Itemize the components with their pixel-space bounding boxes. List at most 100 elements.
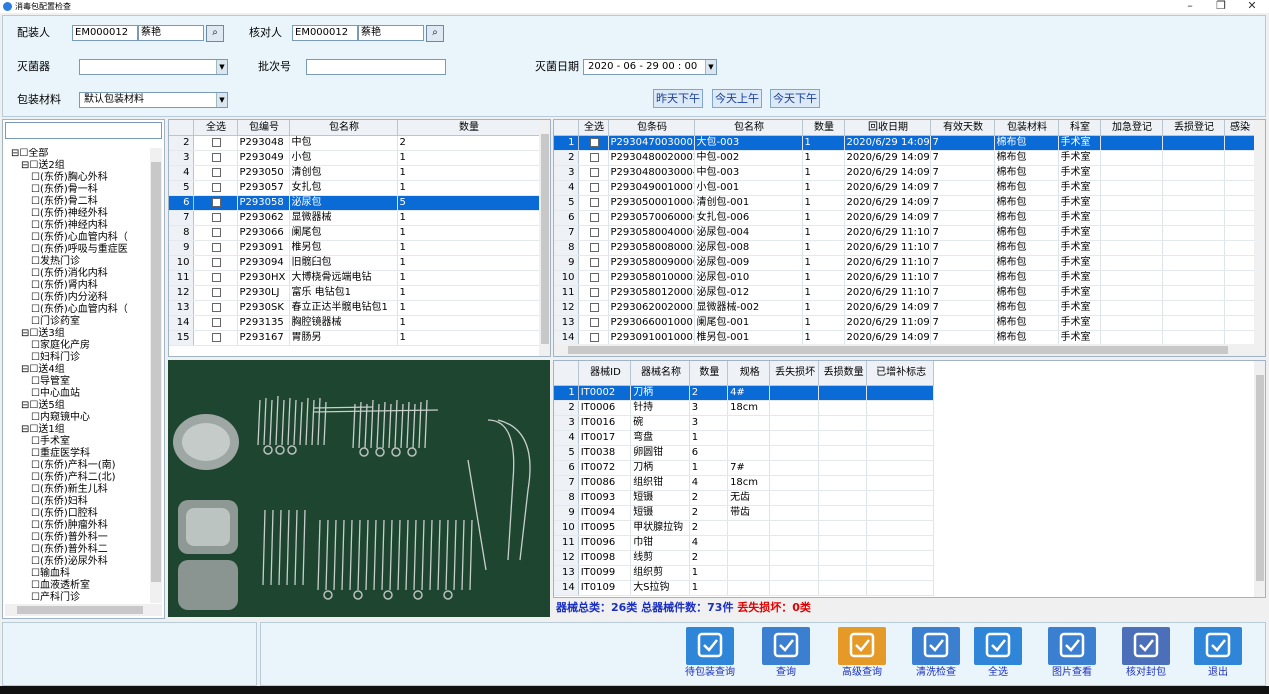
packer-lookup-icon[interactable]: ⌕ bbox=[206, 25, 224, 42]
tree-node[interactable]: ☐(东侨)新生儿科 bbox=[5, 484, 151, 496]
table-row[interactable]: 1 IT0002 刀柄 2 4# bbox=[554, 385, 934, 401]
checker-name-field[interactable]: 蔡艳 bbox=[358, 25, 424, 41]
tree-node[interactable]: ☐(东侨)普外科二 bbox=[5, 544, 151, 556]
tree-node[interactable]: ☐(东侨)肾内科 bbox=[5, 280, 151, 292]
tree-node[interactable]: ☐发热门诊 bbox=[5, 256, 151, 268]
tree-node[interactable]: ☐(东侨)产科一(南) bbox=[5, 460, 151, 472]
action-button-1[interactable]: 待包装查询 bbox=[682, 627, 738, 685]
column-header[interactable]: 包装材料 bbox=[994, 120, 1059, 136]
table-row[interactable]: 4 IT0017 弯盘 1 bbox=[554, 430, 934, 446]
tree-node[interactable]: ☐(东侨)神经内科 bbox=[5, 220, 151, 232]
tree-node[interactable]: ☐重症医学科 bbox=[5, 448, 151, 460]
column-header[interactable]: 数量 bbox=[802, 120, 845, 136]
action-button-7[interactable]: 核对封包 bbox=[1118, 627, 1174, 685]
tree-node[interactable]: ☐手术室 bbox=[5, 436, 151, 448]
close-button[interactable]: ✕ bbox=[1238, 0, 1266, 13]
row-checkbox[interactable] bbox=[211, 212, 221, 222]
table-row[interactable]: 1P29304700300034大包-00312020/6/29 14:097棉… bbox=[554, 135, 1255, 151]
tree-node[interactable]: ☐(东侨)产科二(北) bbox=[5, 472, 151, 484]
column-header[interactable]: 规格 bbox=[727, 361, 771, 386]
packer-name-field[interactable]: 蔡艳 bbox=[138, 25, 204, 41]
today-am-button[interactable]: 今天上午 bbox=[712, 89, 762, 108]
row-checkbox[interactable] bbox=[211, 227, 221, 237]
column-header[interactable]: 丢损登记 bbox=[1162, 120, 1225, 136]
barcode-grid-hscrollbar[interactable] bbox=[554, 344, 1265, 356]
tree-node[interactable]: ☐血液透析室 bbox=[5, 580, 151, 592]
column-header[interactable]: 包编号 bbox=[237, 120, 290, 136]
tree-node[interactable]: ☐门诊药室 bbox=[5, 316, 151, 328]
row-checkbox[interactable] bbox=[589, 272, 599, 282]
action-button-6[interactable]: 图片查看 bbox=[1044, 627, 1100, 685]
column-header[interactable] bbox=[169, 120, 194, 136]
table-row[interactable]: 4 P293050 清创包 1 bbox=[169, 165, 540, 181]
action-button-3[interactable]: 高级查询 bbox=[834, 627, 890, 685]
tree-node[interactable]: ☐(东侨)内分泌科 bbox=[5, 292, 151, 304]
tree-vertical-scrollbar[interactable] bbox=[150, 148, 162, 603]
column-header[interactable]: 器械名称 bbox=[630, 361, 690, 386]
row-checkbox[interactable] bbox=[589, 212, 599, 222]
table-row[interactable]: 3 IT0016 碗 3 bbox=[554, 415, 934, 431]
table-row[interactable]: 10 P293094 旧髋臼包 1 bbox=[169, 255, 540, 271]
action-button-5[interactable]: 全选 bbox=[970, 627, 1026, 685]
instrument-grid-scrollbar[interactable] bbox=[1254, 361, 1265, 597]
table-row[interactable]: 11 IT0096 巾钳 4 bbox=[554, 535, 934, 551]
table-row[interactable]: 9 IT0094 短镊 2 带齿 bbox=[554, 505, 934, 521]
action-button-8[interactable]: 退出 bbox=[1190, 627, 1246, 685]
table-row[interactable]: 10 P29305801000054泌尿包-01012020/6/29 11:10… bbox=[554, 270, 1255, 286]
row-checkbox[interactable] bbox=[589, 152, 599, 162]
column-header[interactable] bbox=[554, 361, 579, 386]
row-checkbox[interactable] bbox=[211, 317, 221, 327]
row-checkbox[interactable] bbox=[211, 197, 221, 207]
minimize-button[interactable]: – bbox=[1176, 0, 1204, 13]
tree-node[interactable]: ☐(东侨)心血管内科（ bbox=[5, 304, 151, 316]
table-row[interactable]: 13 P2930SK 春立正达半髋电钻包1 1 bbox=[169, 300, 540, 316]
table-row[interactable]: 7 P293062 显微器械 1 bbox=[169, 210, 540, 226]
table-row[interactable]: 7P29305800400069泌尿包-00412020/6/29 11:107… bbox=[554, 225, 1255, 241]
package-grid-scrollbar[interactable] bbox=[539, 120, 550, 356]
row-checkbox[interactable] bbox=[211, 302, 221, 312]
table-row[interactable]: 6 P293058 泌尿包 5 bbox=[169, 195, 540, 211]
table-row[interactable]: 5 P293057 女扎包 1 bbox=[169, 180, 540, 196]
table-row[interactable]: 11 P2930HX 大博桡骨远端电钻 1 bbox=[169, 270, 540, 286]
action-button-2[interactable]: 查询 bbox=[758, 627, 814, 685]
table-row[interactable]: 3 P293049 小包 1 bbox=[169, 150, 540, 166]
table-row[interactable]: 10 IT0095 甲状腺拉钩 2 bbox=[554, 520, 934, 536]
row-checkbox[interactable] bbox=[589, 197, 599, 207]
table-row[interactable]: 6 P29305700600064女扎包-00612020/6/29 14:097… bbox=[554, 210, 1255, 226]
table-row[interactable]: 2 IT0006 针持 3 18cm bbox=[554, 400, 934, 416]
column-header[interactable]: 丢失损坏 bbox=[769, 361, 819, 386]
sterilizer-select[interactable]: ▼ bbox=[79, 59, 228, 75]
table-row[interactable]: 6 IT0072 刀柄 1 7# bbox=[554, 460, 934, 476]
tree-node[interactable]: ☐(东侨)心血管内科（ bbox=[5, 232, 151, 244]
tree-node[interactable]: ☐(东侨)骨一科 bbox=[5, 184, 151, 196]
row-checkbox[interactable] bbox=[589, 332, 599, 342]
row-checkbox[interactable] bbox=[589, 182, 599, 192]
yesterday-pm-button[interactable]: 昨天下午 bbox=[653, 89, 703, 108]
table-row[interactable]: 8 P29305800800053泌尿包-00812020/6/29 11:107… bbox=[554, 240, 1255, 256]
scrollbar-thumb[interactable] bbox=[1256, 375, 1264, 581]
row-checkbox[interactable] bbox=[589, 287, 599, 297]
tree-node[interactable]: ☐(东侨)妇科 bbox=[5, 496, 151, 508]
table-row[interactable]: 8 IT0093 短镊 2 无齿 bbox=[554, 490, 934, 506]
column-header[interactable]: 包名称 bbox=[694, 120, 803, 136]
table-row[interactable]: 7 IT0086 组织钳 4 18cm bbox=[554, 475, 934, 491]
column-header[interactable]: 器械ID bbox=[578, 361, 632, 386]
steril-date-picker[interactable]: 2020 - 06 - 29 00 : 00 ▼ bbox=[583, 59, 717, 75]
scrollbar-thumb[interactable] bbox=[17, 606, 143, 614]
row-checkbox[interactable] bbox=[589, 257, 599, 267]
column-header[interactable]: 回收日期 bbox=[844, 120, 931, 136]
table-row[interactable]: 5 IT0038 卵圆钳 6 bbox=[554, 445, 934, 461]
tree-node[interactable]: ⊟☐送3组 bbox=[5, 328, 151, 340]
tree-node[interactable]: ☐导管室 bbox=[5, 376, 151, 388]
row-checkbox[interactable] bbox=[211, 152, 221, 162]
column-header[interactable]: 包条码 bbox=[608, 120, 695, 136]
table-row[interactable]: 4 P29304900100078小包-00112020/6/29 14:097棉… bbox=[554, 180, 1255, 196]
tree-node[interactable]: ☐产科门诊 bbox=[5, 592, 151, 603]
tree-node[interactable]: ☐(东侨)口腔科 bbox=[5, 508, 151, 520]
checker-lookup-icon[interactable]: ⌕ bbox=[426, 25, 444, 42]
tree-horizontal-scrollbar[interactable] bbox=[5, 604, 162, 616]
scrollbar-thumb[interactable] bbox=[541, 134, 549, 344]
tree-node[interactable]: ☐输血科 bbox=[5, 568, 151, 580]
tree-node[interactable]: ☐家庭化产房 bbox=[5, 340, 151, 352]
tree-node[interactable]: ⊟☐送2组 bbox=[5, 160, 151, 172]
